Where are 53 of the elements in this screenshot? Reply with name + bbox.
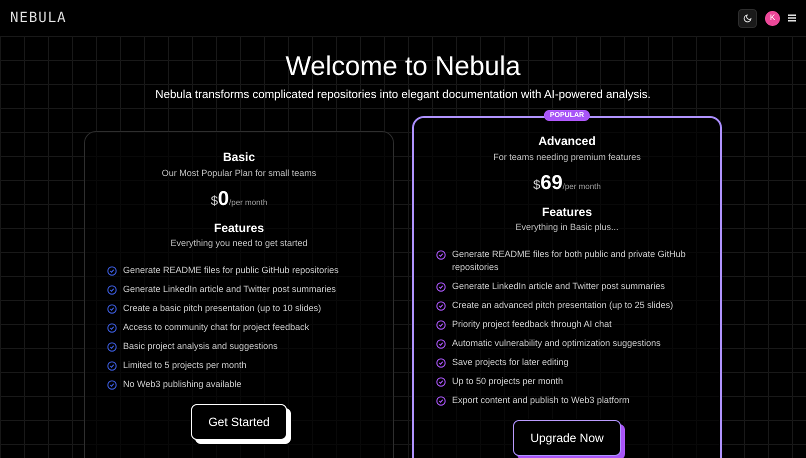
feature-text: Create an advanced pitch presentation (up to 25 slides)	[452, 299, 674, 312]
check-circle-icon	[107, 342, 117, 352]
feature-text: Export content and publish to Web3 platform	[452, 394, 630, 408]
check-circle-icon	[107, 380, 117, 390]
plan-name: Advanced	[538, 134, 596, 150]
features-subtitle: Everything in Basic plus...	[515, 220, 619, 234]
check-circle-icon	[436, 339, 446, 350]
check-circle-icon	[107, 361, 117, 372]
feature-text: Basic project analysis and suggestions	[123, 340, 278, 354]
feature-text: Limited to 5 projects per month	[123, 359, 247, 372]
feature-text: No Web3 publishing available	[123, 378, 242, 392]
upgrade-button[interactable]: Upgrade Now	[513, 420, 621, 456]
feature-text: Generate LinkedIn article and Twitter post summaries	[123, 283, 336, 296]
check-circle-icon	[436, 377, 446, 388]
check-circle-icon	[436, 250, 446, 260]
plan-description: For teams needing premium features	[493, 151, 641, 164]
check-circle-icon	[107, 285, 117, 296]
price-period: /per month	[229, 198, 268, 207]
feature-text: Up to 50 projects per month	[452, 375, 564, 388]
currency: $	[210, 194, 218, 207]
features-title: Features	[542, 204, 592, 220]
check-circle-icon	[436, 301, 446, 312]
feature-text: Automatic vulnerability and optimization suggestions	[452, 337, 661, 350]
moon-icon	[743, 14, 752, 22]
user-avatar[interactable]: K	[765, 10, 780, 26]
feature-text: Save projects for later editing	[452, 356, 569, 370]
page-title: Welcome to Nebula	[285, 50, 521, 83]
plan-name: Basic	[222, 150, 256, 166]
feature-text: Generate LinkedIn article and Twitter post summaries	[452, 280, 665, 294]
check-circle-icon	[436, 396, 446, 406]
plan-price: 0	[218, 188, 230, 209]
logo[interactable]: NEBULA	[10, 8, 67, 28]
page-subtitle: Nebula transforms complicated repositories into elegant documentation with AI-powered analysis.	[155, 88, 651, 103]
feature-text: Generate README files for both public and private GitHub repositories	[452, 248, 687, 274]
plan-price: 69	[540, 172, 563, 193]
theme-toggle-button[interactable]	[738, 8, 757, 28]
menu-icon[interactable]	[788, 14, 796, 22]
check-circle-icon	[107, 266, 117, 276]
check-circle-icon	[107, 323, 117, 334]
features-subtitle: Everything you need to get started	[170, 236, 308, 250]
features-title: Features	[214, 220, 264, 236]
check-circle-icon	[107, 304, 117, 314]
check-circle-icon	[436, 320, 446, 330]
feature-text: Generate README files for public GitHub repositories	[123, 264, 339, 278]
get-started-button[interactable]: Get Started	[191, 404, 287, 440]
price-period: /per month	[562, 182, 601, 191]
check-circle-icon	[436, 282, 446, 292]
feature-text: Priority project feedback through AI chat	[452, 318, 612, 332]
feature-text: Create a basic pitch presentation (up to 10 slides)	[123, 302, 322, 316]
feature-text: Access to community chat for project feedback	[123, 321, 310, 334]
plan-description: Our Most Popular Plan for small teams	[162, 167, 316, 180]
check-circle-icon	[436, 358, 446, 368]
currency: $	[533, 178, 540, 191]
